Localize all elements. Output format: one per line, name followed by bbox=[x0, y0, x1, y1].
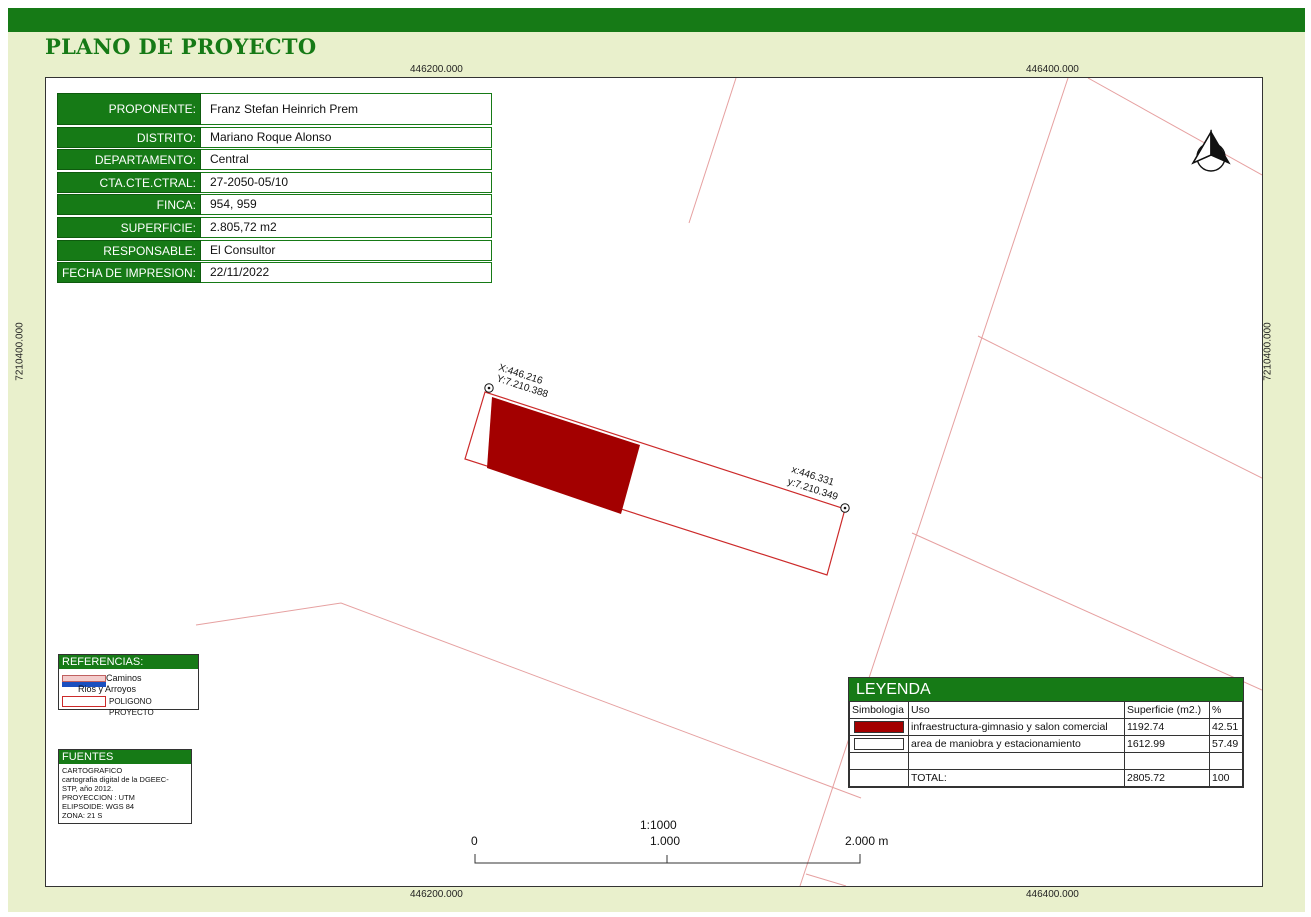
vertex-marker-se[interactable] bbox=[840, 503, 850, 513]
leyenda-total-label: TOTAL: bbox=[908, 769, 1125, 787]
info-value: 22/11/2022 bbox=[201, 262, 492, 284]
road-line bbox=[977, 335, 1262, 479]
polygon-symbol-icon bbox=[62, 696, 106, 707]
leyenda-header: % bbox=[1209, 701, 1243, 719]
leyenda-row: infraestructura-gimnasio y salon comerci… bbox=[849, 718, 1243, 736]
info-value: 954, 959 bbox=[201, 194, 492, 216]
road-line bbox=[805, 873, 847, 886]
grid-coord-top-right: 446400.000 bbox=[1026, 64, 1079, 75]
referencias-box: REFERENCIAS: Caminos Rios y Arroyos POLI… bbox=[58, 654, 199, 717]
info-label: DEPARTAMENTO: bbox=[57, 149, 201, 171]
fuentes-box: FUENTES CARTOGRAFICO cartografia digital… bbox=[58, 749, 192, 824]
top-bar bbox=[8, 8, 1305, 32]
leyenda-header: Superficie (m2.) bbox=[1124, 701, 1210, 719]
info-value: Central bbox=[201, 149, 492, 171]
road-symbol-icon bbox=[62, 675, 106, 682]
road-line bbox=[195, 602, 862, 799]
leyenda-uso: area de maniobra y estacionamiento bbox=[908, 735, 1125, 753]
leyenda-total-row: TOTAL: 2805.72 100 bbox=[849, 769, 1243, 787]
scale-ratio: 1:1000 bbox=[640, 818, 677, 832]
leyenda-pct: 42.51 bbox=[1209, 718, 1243, 736]
leyenda-header: Uso bbox=[908, 701, 1125, 719]
info-label: CTA.CTE.CTRAL: bbox=[57, 171, 201, 193]
scale-bar bbox=[474, 854, 861, 864]
info-label: DISTRITO: bbox=[57, 126, 201, 148]
leyenda-total-pct: 100 bbox=[1209, 769, 1243, 787]
ref-label: Rios y Arroyos bbox=[78, 684, 137, 694]
info-label: FINCA: bbox=[57, 194, 201, 216]
road-line bbox=[911, 532, 1262, 691]
info-row: DISTRITO: Mariano Roque Alonso bbox=[57, 126, 492, 148]
info-label: SUPERFICIE: bbox=[57, 216, 201, 238]
info-row: FECHA DE IMPRESION: 22/11/2022 bbox=[57, 262, 492, 284]
leyenda-header: Simbologia bbox=[849, 701, 909, 719]
scale-label-end: 2.000 m bbox=[845, 834, 889, 848]
info-row: DEPARTAMENTO: Central bbox=[57, 149, 492, 171]
fuentes-title: FUENTES bbox=[59, 750, 191, 764]
info-row: PROPONENTE: Franz Stefan Heinrich Prem bbox=[57, 93, 492, 125]
info-table: PROPONENTE: Franz Stefan Heinrich Prem DIS… bbox=[57, 93, 492, 285]
info-row: RESPONSABLE: El Consultor bbox=[57, 239, 492, 261]
road-line bbox=[1087, 78, 1262, 176]
scale-label-mid: 1.000 bbox=[650, 834, 681, 848]
leyenda-total-superficie: 2805.72 bbox=[1124, 769, 1210, 787]
leyenda-title: LEYENDA bbox=[849, 678, 1243, 701]
leyenda-uso: infraestructura-gimnasio y salon comerci… bbox=[908, 718, 1125, 736]
fuentes-text: CARTOGRAFICO cartografia digital de la D… bbox=[62, 766, 169, 820]
building-area[interactable] bbox=[487, 397, 640, 514]
leyenda-table: Simbologia Uso Superficie (m2.) % infrae… bbox=[849, 701, 1243, 787]
leyenda-superficie: 1192.74 bbox=[1124, 718, 1210, 736]
grid-coord-right: 7210400.000 bbox=[1262, 322, 1274, 381]
grid-coord-top-left: 446200.000 bbox=[410, 64, 463, 75]
building-swatch bbox=[854, 721, 904, 734]
leyenda-pct: 57.49 bbox=[1209, 735, 1243, 753]
leyenda-empty-row bbox=[849, 752, 1243, 770]
referencias-title: REFERENCIAS: bbox=[59, 655, 198, 669]
info-value: 2.805,72 m2 bbox=[201, 216, 492, 238]
leyenda-header-row: Simbologia Uso Superficie (m2.) % bbox=[849, 701, 1243, 719]
info-label: FECHA DE IMPRESION: bbox=[57, 262, 201, 284]
ref-item-rios: Rios y Arroyos bbox=[59, 682, 198, 695]
parking-swatch bbox=[854, 738, 904, 751]
info-value: El Consultor bbox=[201, 239, 492, 261]
info-row: CTA.CTE.CTRAL: 27-2050-05/10 bbox=[57, 171, 492, 193]
ref-label: Caminos bbox=[106, 673, 142, 683]
info-label: PROPONENTE: bbox=[57, 93, 201, 125]
info-value: Franz Stefan Heinrich Prem bbox=[201, 93, 492, 125]
north-arrow-icon bbox=[1191, 129, 1231, 172]
info-value: Mariano Roque Alonso bbox=[201, 126, 492, 148]
scale-label-0: 0 bbox=[471, 834, 478, 848]
ref-item-poligono: POLIGONO PROYECTO bbox=[59, 695, 198, 717]
info-value: 27-2050-05/10 bbox=[201, 171, 492, 193]
info-label: RESPONSABLE: bbox=[57, 239, 201, 261]
leyenda-box: LEYENDA Simbologia Uso Superficie (m2.) … bbox=[848, 677, 1244, 788]
grid-coord-bottom-left: 446200.000 bbox=[410, 889, 463, 900]
grid-coord-left: 7210400.000 bbox=[14, 322, 26, 381]
leyenda-row: area de maniobra y estacionamiento 1612.… bbox=[849, 735, 1243, 753]
info-row: SUPERFICIE: 2.805,72 m2 bbox=[57, 216, 492, 238]
grid-coord-bottom-right: 446400.000 bbox=[1026, 889, 1079, 900]
ref-label: POLIGONO PROYECTO bbox=[109, 697, 154, 717]
road-line bbox=[688, 78, 737, 224]
leyenda-superficie: 1612.99 bbox=[1124, 735, 1210, 753]
page-title: PLANO DE PROYECTO bbox=[45, 34, 317, 59]
vertex-marker-nw[interactable] bbox=[484, 383, 494, 393]
info-row: FINCA: 954, 959 bbox=[57, 194, 492, 216]
